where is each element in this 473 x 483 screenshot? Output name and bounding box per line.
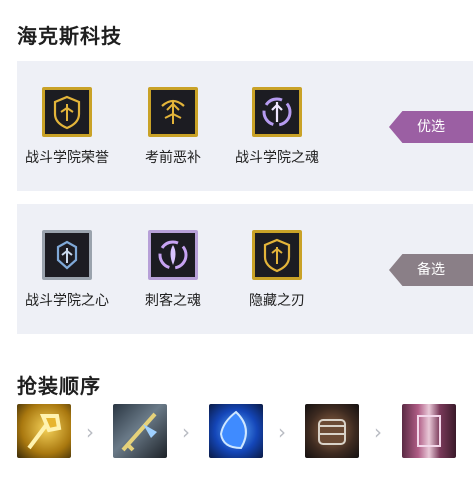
- chevron-right-icon: ›: [374, 420, 382, 444]
- hidden-blade-icon: [252, 230, 302, 280]
- hextech-item-label: 隐藏之刃: [249, 293, 305, 309]
- blue-gem-icon[interactable]: [209, 404, 263, 458]
- hextech-section-title: 海克斯科技: [17, 24, 122, 48]
- shield-emblem-icon: [42, 87, 92, 137]
- assassin-soul-icon: [148, 230, 198, 280]
- hextech-item-label: 刺客之魂: [145, 293, 201, 309]
- hextech-preferred-panel: 战斗学院荣誉 考前恶补 战斗学院之魂 优选: [17, 61, 473, 191]
- backup-tag: 备选: [389, 254, 473, 286]
- preferred-tag: 优选: [389, 111, 473, 143]
- blade-item-icon[interactable]: [113, 404, 167, 458]
- chevron-right-icon: ›: [278, 420, 286, 444]
- armored-gauntlet-icon[interactable]: [305, 404, 359, 458]
- chevron-right-icon: ›: [182, 420, 190, 444]
- hextech-item-label: 战斗学院荣誉: [25, 150, 109, 166]
- heart-emblem-icon: [42, 230, 92, 280]
- hextech-item-label: 考前恶补: [145, 150, 201, 166]
- purple-book-icon[interactable]: [402, 404, 456, 458]
- build-order-title: 抢装顺序: [17, 374, 101, 398]
- hextech-item-label: 战斗学院之魂: [235, 150, 319, 166]
- hextech-item-label: 战斗学院之心: [25, 293, 109, 309]
- hextech-backup-panel: 战斗学院之心 刺客之魂 隐藏之刃 备选: [17, 204, 473, 334]
- upgrade-emblem-icon: [148, 87, 198, 137]
- soul-emblem-icon: [252, 87, 302, 137]
- chevron-right-icon: ›: [86, 420, 94, 444]
- golden-spatula-icon[interactable]: [17, 404, 71, 458]
